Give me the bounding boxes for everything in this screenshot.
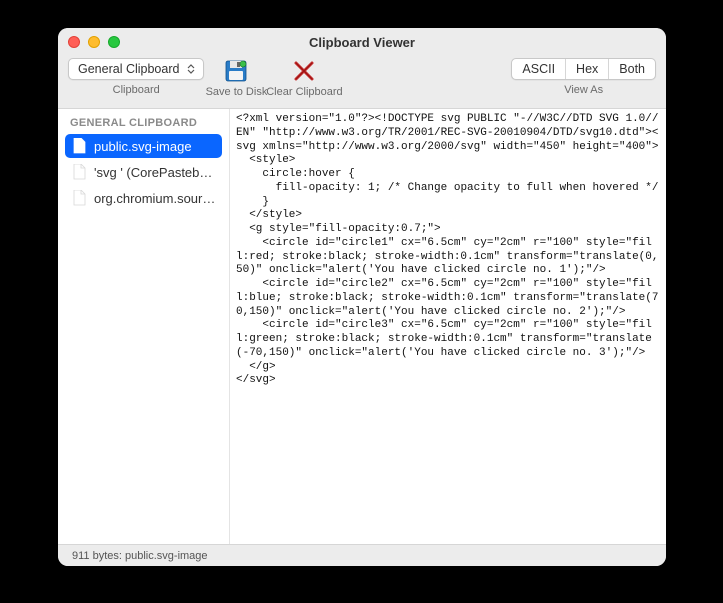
content-text-area[interactable]: <?xml version="1.0"?><!DOCTYPE svg PUBLI… <box>230 109 666 544</box>
sidebar-item-svg-corepastebo[interactable]: 'svg ' (CorePastebo… <box>65 160 222 184</box>
window-title: Clipboard Viewer <box>58 35 666 50</box>
clear-clipboard-group: Clear Clipboard <box>268 58 340 98</box>
x-icon <box>293 60 315 82</box>
view-as-hex[interactable]: Hex <box>565 59 608 79</box>
window-body: GENERAL CLIPBOARD public.svg-image 'svg … <box>58 108 666 544</box>
minimize-window-button[interactable] <box>88 36 100 48</box>
clear-clipboard-label: Clear Clipboard <box>266 86 342 98</box>
status-bar: 911 bytes: public.svg-image <box>58 544 666 566</box>
sidebar-item-org-chromium-source[interactable]: org.chromium.sourc… <box>65 186 222 210</box>
clipboard-select[interactable]: General Clipboard <box>68 58 204 80</box>
view-as-segmented: ASCII Hex Both <box>511 58 656 80</box>
file-icon <box>71 164 87 180</box>
titlebar: Clipboard Viewer <box>58 28 666 56</box>
toolbar: General Clipboard Clipboard Save to Disk <box>58 56 666 108</box>
zoom-window-button[interactable] <box>108 36 120 48</box>
sidebar-item-label: org.chromium.sourc… <box>94 191 216 206</box>
sidebar-item-label: public.svg-image <box>94 139 192 154</box>
view-as-label: View As <box>564 84 603 96</box>
clipboard-select-value: General Clipboard <box>78 62 179 76</box>
clipboard-select-group: General Clipboard Clipboard <box>68 58 204 96</box>
save-to-disk-group: Save to Disk <box>218 58 254 98</box>
status-text: 911 bytes: public.svg-image <box>72 550 208 562</box>
sidebar-item-public-svg-image[interactable]: public.svg-image <box>65 134 222 158</box>
clear-clipboard-button[interactable] <box>293 58 315 84</box>
view-as-group: ASCII Hex Both View As <box>511 58 656 96</box>
close-window-button[interactable] <box>68 36 80 48</box>
floppy-disk-icon <box>223 59 249 83</box>
clipboard-select-label: Clipboard <box>113 84 160 96</box>
traffic-lights <box>68 36 120 48</box>
app-window: Clipboard Viewer General Clipboard Clipb… <box>58 28 666 566</box>
file-icon <box>71 138 87 154</box>
updown-chevron-icon <box>185 62 197 76</box>
file-icon <box>71 190 87 206</box>
sidebar-item-label: 'svg ' (CorePastebo… <box>94 165 216 180</box>
save-to-disk-button[interactable] <box>223 58 249 84</box>
sidebar: GENERAL CLIPBOARD public.svg-image 'svg … <box>58 109 230 544</box>
view-as-both[interactable]: Both <box>608 59 655 79</box>
sidebar-section-header: GENERAL CLIPBOARD <box>58 113 229 133</box>
view-as-ascii[interactable]: ASCII <box>512 59 565 79</box>
save-to-disk-label: Save to Disk <box>206 86 268 98</box>
